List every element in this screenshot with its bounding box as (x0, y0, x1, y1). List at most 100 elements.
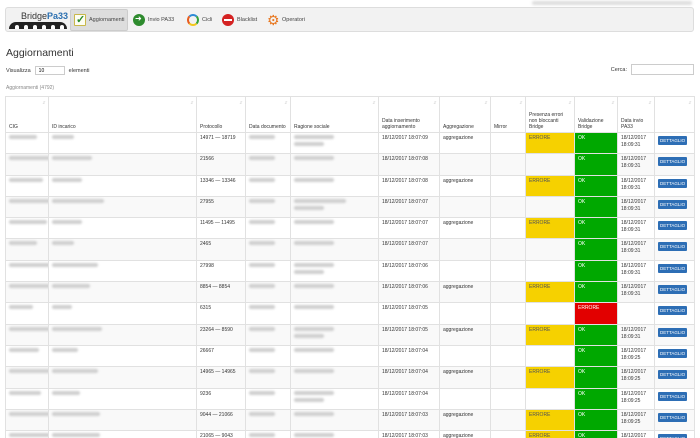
dettaglio-button[interactable]: DETTAGLIO (658, 285, 688, 295)
dettaglio-button[interactable]: DETTAGLIO (658, 263, 688, 273)
redacted-text (294, 305, 334, 310)
cell-data-inserimento: 18/12/2017 18:07:08 (378, 153, 440, 176)
sort-icon: ↓↑ (433, 100, 437, 106)
dettaglio-button[interactable]: DETTAGLIO (658, 370, 688, 380)
column-header[interactable]: Protocollo ↓↑ (196, 96, 246, 133)
table-row[interactable]: 2465 18/12/2017 18:07:07 OK 18/12/2017 18:0… (5, 238, 695, 261)
nav-item-invio-pa33[interactable]: Invio PA33 (130, 9, 177, 31)
dettaglio-button[interactable]: DETTAGLIO (658, 157, 688, 167)
table-row[interactable]: 9236 18/12/2017 18:07:04 OK 18/12/2017 18:0… (5, 387, 695, 410)
table-row[interactable]: 11495 — 11495 18/12/2017 18:07:07 aggregaz… (5, 217, 695, 240)
cell-aggregazione: aggregazione (439, 366, 491, 389)
cell-action: DETTAGLIO (654, 259, 695, 283)
dettaglio-button[interactable]: DETTAGLIO (658, 221, 688, 231)
cell-protocollo: 21566 (196, 153, 246, 176)
cell-action: DETTAGLIO (654, 238, 695, 261)
nav-item-blacklist[interactable]: Blacklist (219, 9, 260, 31)
redacted-text (9, 433, 48, 438)
column-header[interactable]: Presenza errori non bloccanti Bridge ↓↑ (525, 96, 575, 133)
dettaglio-button[interactable]: DETTAGLIO (658, 306, 688, 316)
dettaglio-button[interactable]: DETTAGLIO (658, 348, 688, 358)
cell-mirror (490, 259, 526, 283)
table-row[interactable]: 26667 18/12/2017 18:07:04 OK 18/12/2017 18:… (5, 344, 695, 368)
logo-text-accent: Pa33 (47, 11, 69, 21)
dettaglio-button[interactable]: DETTAGLIO (658, 242, 688, 252)
cell-errori: ERRORE (525, 430, 575, 438)
cell-protocollo: 11495 — 11495 (196, 217, 246, 240)
cell-redacted (48, 430, 197, 438)
cell-redacted (5, 153, 49, 176)
column-header[interactable]: ID incarico ↓↑ (48, 96, 197, 133)
column-header[interactable]: Ragione sociale ↓↑ (290, 96, 379, 133)
dettaglio-button[interactable]: DETTAGLIO (658, 327, 688, 337)
table-row[interactable]: 14965 — 14965 18/12/2017 18:07:04 aggregaz… (5, 366, 695, 389)
column-header[interactable]: Aggregazione ↓↑ (439, 96, 491, 133)
cell-validazione: OK (574, 281, 618, 304)
table-row[interactable]: 21566 18/12/2017 18:07:08 OK 18/12/2017 18:… (5, 153, 695, 176)
redacted-text (249, 284, 275, 289)
table-row[interactable]: 27998 18/12/2017 18:07:06 OK 18/12/2017 18:… (5, 259, 695, 283)
cell-errori (525, 238, 575, 261)
table-row[interactable]: 21065 — 9043 18/12/2017 18:07:03 aggregazi… (5, 430, 695, 438)
column-header[interactable]: Data inserimento aggiornamento ↓↑ (378, 96, 440, 133)
cell-errori (525, 195, 575, 219)
cell-errori: ERRORE (525, 281, 575, 304)
cell-redacted (245, 408, 291, 432)
cell-action: DETTAGLIO (654, 323, 695, 346)
nav-item-operatori[interactable]: ⚙ Operatori (264, 9, 308, 31)
cell-protocollo: 14971 — 18719 (196, 131, 246, 155)
nav-item-aggiornamenti[interactable]: Aggiornamenti (70, 9, 129, 31)
cell-redacted (5, 430, 49, 438)
column-header-label: Data invio PA33 (621, 118, 644, 130)
dettaglio-button[interactable]: DETTAGLIO (658, 178, 688, 188)
nav-item-cicli[interactable]: Cicli (184, 9, 215, 31)
cell-redacted (5, 281, 49, 304)
redacted-text (52, 198, 104, 203)
cell-redacted (48, 131, 197, 155)
dettaglio-button[interactable]: DETTAGLIO (658, 391, 688, 401)
cell-data-inserimento: 18/12/2017 18:07:04 (378, 366, 440, 389)
cell-protocollo: 23264 — 8590 (196, 323, 246, 346)
cell-errori: ERRORE (525, 366, 575, 389)
redacted-text (294, 156, 334, 161)
table-row[interactable]: 13346 — 13346 18/12/2017 18:07:08 aggregaz… (5, 174, 695, 197)
app-logo[interactable]: BridgePa33 (9, 10, 69, 30)
cell-data-inserimento: 18/12/2017 18:07:07 (378, 238, 440, 261)
page-length-select[interactable] (34, 66, 65, 75)
sort-icon: ↓↑ (372, 100, 376, 106)
column-header[interactable]: Data invio PA33 ↓↑ (617, 96, 655, 133)
cell-validazione: OK (574, 430, 618, 438)
cell-data-invio: 18/12/2017 18:09:25 (617, 366, 655, 389)
table-row[interactable]: 8854 — 8854 18/12/2017 18:07:06 aggregazio… (5, 281, 695, 304)
dettaglio-button[interactable]: DETTAGLIO (658, 136, 688, 145)
table-row[interactable]: 27955 18/12/2017 18:07:07 OK 18/12/2017 18:… (5, 195, 695, 219)
table-caption: Aggiornamenti (4792) (6, 85, 55, 91)
redacted-text (249, 241, 275, 246)
table-row[interactable]: 14971 — 18719 18/12/2017 18:07:09 aggregaz… (5, 131, 695, 155)
cell-validazione: OK (574, 408, 618, 432)
cell-aggregazione: aggregazione (439, 323, 491, 346)
column-header[interactable]: CIG ↓↑ (5, 96, 49, 133)
dettaglio-button[interactable]: DETTAGLIO (658, 412, 688, 422)
search-input[interactable] (631, 64, 694, 75)
redacted-text (249, 433, 275, 438)
cell-data-inserimento: 18/12/2017 18:07:08 (378, 174, 440, 197)
cell-action: DETTAGLIO (654, 195, 695, 219)
cell-redacted (290, 174, 379, 197)
cell-redacted (5, 408, 49, 432)
table-row[interactable]: 9044 — 21066 18/12/2017 18:07:03 aggregazi… (5, 408, 695, 432)
table-row[interactable]: 6315 18/12/2017 18:07:05 ERRORE DETTAGLIO (5, 302, 695, 325)
column-header[interactable]: Data documento ↓↑ (245, 96, 291, 133)
dettaglio-button[interactable]: DETTAGLIO (658, 434, 688, 438)
logo-text: Bridge (21, 11, 48, 21)
dettaglio-button[interactable]: DETTAGLIO (658, 199, 688, 209)
cell-redacted (290, 131, 379, 155)
cell-redacted (48, 153, 197, 176)
column-header[interactable]: ↓↑ (654, 96, 695, 133)
column-header[interactable]: Validazione Bridge ↓↑ (574, 96, 618, 133)
table-row[interactable]: 23264 — 8590 18/12/2017 18:07:05 aggregazi… (5, 323, 695, 346)
redacted-text (9, 284, 48, 289)
column-header[interactable]: Mirror ↓↑ (490, 96, 526, 133)
cell-data-invio: 18/12/2017 18:09:25 (617, 408, 655, 432)
redacted-text (294, 397, 324, 402)
